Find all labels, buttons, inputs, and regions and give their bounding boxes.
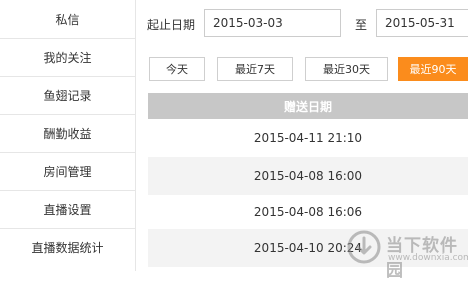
sidebar-item-messages[interactable]: 私信 <box>0 0 135 39</box>
sidebar-item-room-management[interactable]: 房间管理 <box>0 152 135 191</box>
today-button[interactable]: 今天 <box>149 57 205 81</box>
watermark-url: www.downxia.com <box>388 253 468 263</box>
start-date-label: 起止日期 <box>147 18 196 32</box>
table-row: 2015-04-08 16:00 <box>148 157 468 195</box>
date-range-separator: 至 <box>355 18 368 32</box>
last-7-days-button[interactable]: 最近7天 <box>217 57 293 81</box>
table-row: 2015-04-08 16:06 <box>253 205 363 219</box>
last-90-days-button[interactable]: 最近90天 <box>398 57 468 81</box>
watermark: 当下软件园 www.downxia.com <box>344 227 468 281</box>
table-header-gift-date: 赠送日期 <box>148 93 468 119</box>
sidebar: 私信 我的关注 鱼翅记录 酬勤收益 房间管理 直播设置 直播数据统计 <box>0 0 136 271</box>
download-logo-icon <box>347 230 381 264</box>
end-date-input[interactable]: 2015-05-31 <box>376 9 468 37</box>
sidebar-item-reward-income[interactable]: 酬勤收益 <box>0 114 135 153</box>
table-row: 2015-04-11 21:10 <box>253 131 363 145</box>
sidebar-item-live-settings[interactable]: 直播设置 <box>0 190 135 229</box>
sidebar-item-following[interactable]: 我的关注 <box>0 38 135 77</box>
sidebar-item-fin-records[interactable]: 鱼翅记录 <box>0 76 135 115</box>
start-date-input[interactable]: 2015-03-03 <box>204 9 341 37</box>
sidebar-item-live-statistics[interactable]: 直播数据统计 <box>0 228 135 266</box>
last-30-days-button[interactable]: 最近30天 <box>305 57 388 81</box>
